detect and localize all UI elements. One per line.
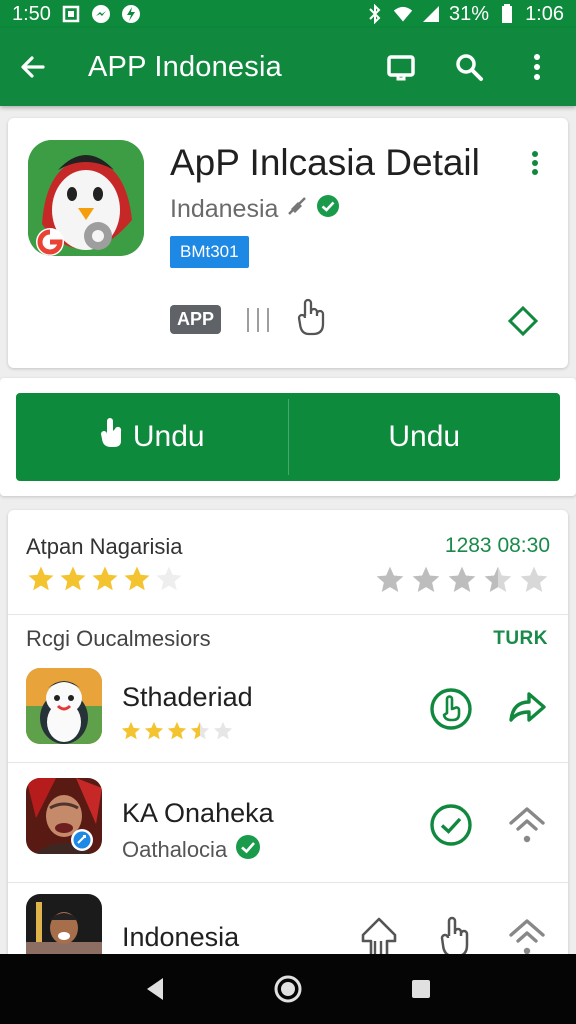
separator bbox=[8, 762, 568, 763]
more-vert-icon[interactable] bbox=[520, 50, 554, 84]
section-link[interactable]: TURK bbox=[493, 628, 548, 650]
hand-tap-icon[interactable] bbox=[295, 298, 329, 341]
app-thumb-portrait-icon bbox=[26, 778, 102, 854]
star-icon bbox=[166, 720, 188, 747]
nav-recents-icon[interactable] bbox=[404, 972, 438, 1006]
install-label-right: Undu bbox=[388, 420, 461, 453]
app-type-chip: APP bbox=[170, 305, 222, 334]
star-icon bbox=[410, 564, 442, 601]
star-icon bbox=[143, 720, 165, 747]
app-thumb-penguin-icon bbox=[26, 668, 102, 744]
item-name: KA Onaheka bbox=[122, 798, 274, 828]
app-logo-penguin-icon bbox=[28, 140, 144, 256]
rating-time: 1283 08:30 bbox=[444, 534, 550, 557]
rating-stars-right bbox=[374, 564, 550, 601]
verified-check-icon bbox=[235, 834, 261, 866]
install-card: Undu Undu bbox=[0, 378, 576, 496]
item-actions bbox=[428, 802, 550, 848]
signal-icon bbox=[421, 4, 441, 24]
item-name: Sthaderiad bbox=[122, 682, 253, 712]
status-time-right: 1:06 bbox=[525, 2, 564, 25]
messenger-icon bbox=[91, 4, 111, 24]
status-time-left: 1:50 bbox=[12, 2, 51, 25]
detail-meta-row: APP bbox=[170, 298, 329, 341]
app-detail-card: ApP Inlcasia Detail Indanesia BMt301 APP bbox=[8, 118, 568, 368]
diamond-tag-icon[interactable] bbox=[506, 304, 540, 338]
nav-home-icon[interactable] bbox=[271, 972, 305, 1006]
developer-line: Indanesia bbox=[170, 194, 340, 225]
star-icon bbox=[120, 720, 142, 747]
star-icon bbox=[189, 720, 211, 747]
star-icon bbox=[374, 564, 406, 601]
ratings-and-list-card: Atpan Nagarisia 1283 08:30 Rcgi Oucalmes… bbox=[8, 510, 568, 970]
mute-icon bbox=[286, 195, 308, 224]
star-icon bbox=[58, 564, 88, 599]
list-item[interactable]: KA Onaheka Oathalocia bbox=[8, 766, 568, 876]
separator bbox=[8, 614, 568, 615]
app-bar: APP Indonesia bbox=[0, 28, 576, 106]
bolt-icon bbox=[121, 4, 141, 24]
rating-stars-left bbox=[26, 564, 184, 599]
wifi-arrow-icon[interactable] bbox=[504, 802, 550, 848]
square-bag-icon[interactable] bbox=[384, 50, 418, 84]
star-icon bbox=[212, 720, 234, 747]
star-icon bbox=[122, 564, 152, 599]
item-actions bbox=[428, 686, 550, 732]
battery-icon bbox=[497, 4, 517, 24]
notification-square-icon bbox=[61, 4, 81, 24]
back-arrow-icon[interactable] bbox=[16, 50, 50, 84]
divider-bars-icon bbox=[247, 307, 270, 332]
verified-check-icon bbox=[316, 194, 340, 225]
developer-name[interactable]: Indanesia bbox=[170, 195, 278, 224]
item-sub: Oathalocia bbox=[122, 837, 228, 862]
install-label-left: Undu bbox=[132, 420, 205, 453]
check-circle-icon[interactable] bbox=[428, 802, 474, 848]
rating-label: Atpan Nagarisia bbox=[26, 534, 183, 559]
star-icon bbox=[482, 564, 514, 601]
status-bar: 1:50 31% 1:06 bbox=[0, 0, 576, 28]
rating-row: Atpan Nagarisia 1283 08:30 bbox=[26, 530, 550, 610]
star-icon bbox=[518, 564, 550, 601]
list-item[interactable]: Sthaderiad bbox=[8, 656, 568, 766]
separator bbox=[8, 882, 568, 883]
detail-more-vert-icon[interactable] bbox=[518, 146, 552, 180]
battery-percent: 31% bbox=[449, 2, 490, 25]
install-button-group: Undu Undu bbox=[16, 393, 560, 481]
share-arrow-icon[interactable] bbox=[504, 686, 550, 732]
section-label: Rcgi Oucalmesiors bbox=[26, 626, 211, 651]
bluetooth-icon bbox=[365, 4, 385, 24]
content-rating-badge: BMt301 bbox=[170, 236, 249, 268]
wifi-icon bbox=[393, 4, 413, 24]
star-icon bbox=[154, 564, 184, 599]
system-nav-bar bbox=[0, 954, 576, 1024]
star-icon bbox=[26, 564, 56, 599]
app-detail-title: ApP Inlcasia Detail bbox=[170, 142, 480, 183]
item-name: Indonesia bbox=[122, 922, 240, 952]
item-sub-line: Oathalocia bbox=[122, 834, 261, 866]
nav-back-icon[interactable] bbox=[138, 972, 172, 1006]
tap-circle-icon[interactable] bbox=[428, 686, 474, 732]
item-stars bbox=[120, 720, 234, 747]
install-button-right[interactable]: Undu bbox=[289, 393, 561, 481]
search-icon[interactable] bbox=[452, 50, 486, 84]
app-bar-title: APP Indonesia bbox=[88, 50, 282, 83]
hand-up-icon bbox=[99, 417, 127, 457]
install-button-left[interactable]: Undu bbox=[16, 393, 288, 481]
star-icon bbox=[90, 564, 120, 599]
star-icon bbox=[446, 564, 478, 601]
